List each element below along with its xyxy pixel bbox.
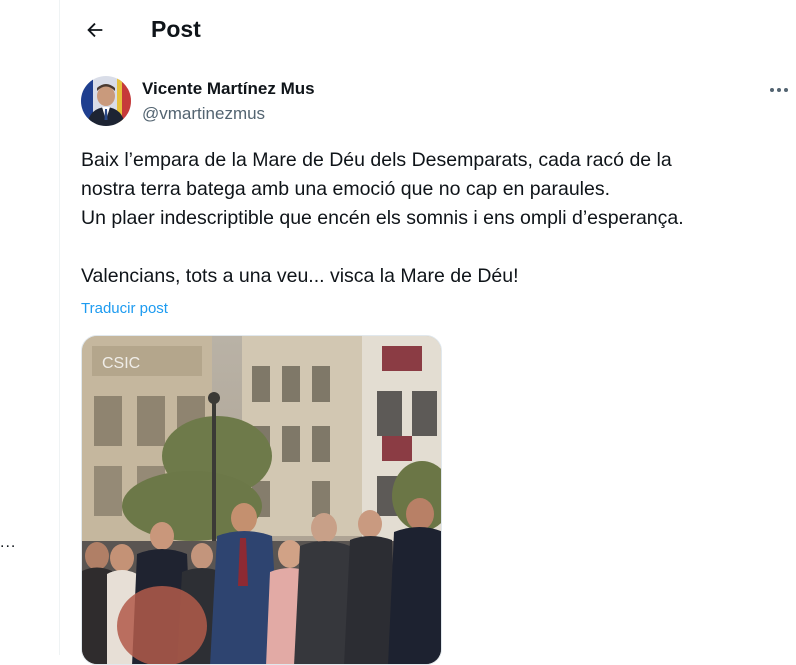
page-title: Post [151, 16, 201, 42]
avatar-image [81, 76, 131, 126]
post-detail: Post Vicente Martínez Mus @vmartinezmus … [61, 0, 796, 665]
back-arrow-icon [87, 22, 103, 38]
tweet-text-blank-line [81, 233, 781, 262]
tweet-text-line: Valencians, tots a una veu... visca la M… [81, 265, 519, 287]
tweet-text: Baix l’empara de la Mare de Déu dels Des… [81, 146, 781, 291]
back-button[interactable] [79, 14, 111, 46]
author-name[interactable]: Vicente Martínez Mus [142, 79, 315, 99]
building-sign-text: CSIC [102, 355, 140, 372]
tweet-media-video[interactable]: CSIC [81, 335, 442, 665]
tweet-text-line: nostra terra batega amb una emoció que n… [81, 178, 611, 200]
avatar[interactable] [81, 76, 131, 126]
translate-post-link[interactable]: Traducir post [81, 299, 168, 319]
sidebar-more-dots[interactable]: ... [0, 534, 16, 552]
post-header: Post [61, 0, 796, 58]
left-sidebar: ... [0, 0, 60, 655]
tweet-text-line: Un plaer indescriptible que encén els so… [81, 207, 684, 229]
more-options-button[interactable] [767, 80, 791, 100]
author-handle[interactable]: @vmartinezmus [142, 104, 265, 124]
tweet-text-line: Baix l’empara de la Mare de Déu dels Des… [81, 149, 672, 171]
media-image: CSIC [82, 336, 441, 664]
more-horizontal-icon [770, 88, 788, 92]
